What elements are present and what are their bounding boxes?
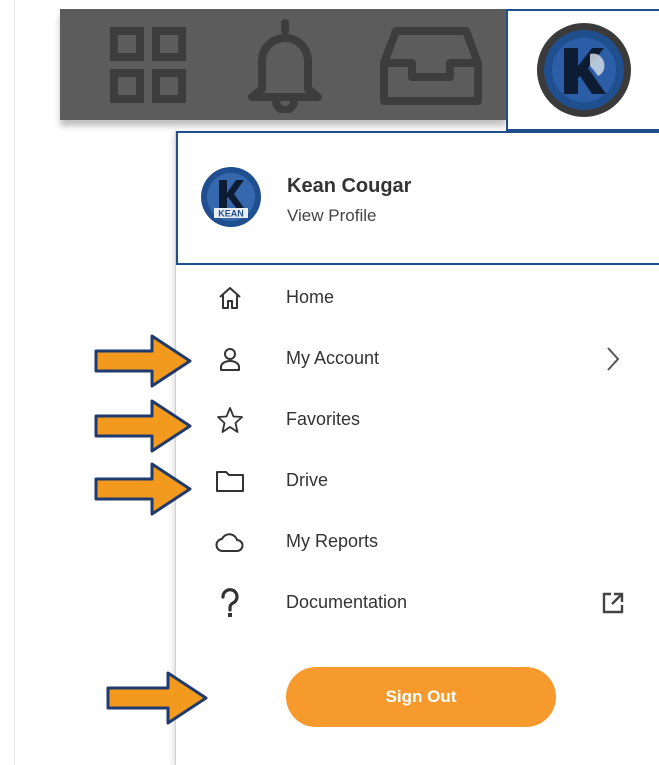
chevron-right-icon: [597, 343, 629, 375]
person-icon: [213, 343, 247, 375]
svg-text:KEAN: KEAN: [218, 209, 244, 219]
menu-item-my-account[interactable]: My Account: [176, 331, 659, 387]
profile-name: Kean Cougar: [287, 175, 412, 197]
menu-item-label: My Reports: [286, 531, 379, 551]
menu-item-home[interactable]: Home: [176, 270, 659, 326]
inbox-icon[interactable]: [378, 9, 484, 120]
menu-item-label: Drive: [286, 470, 329, 490]
star-icon: [213, 404, 247, 436]
profile-avatar-button[interactable]: [506, 9, 659, 131]
menu-item-documentation[interactable]: Documentation: [176, 575, 659, 631]
folder-icon: [213, 465, 247, 497]
question-icon: [213, 587, 247, 619]
menu-item-label: Favorites: [286, 409, 361, 429]
menu-item-label: Home: [286, 287, 335, 307]
cloud-icon: [213, 526, 247, 558]
page-edge-line: [14, 0, 15, 765]
menu-item-label: Documentation: [286, 592, 408, 612]
menu-item-label: My Account: [286, 348, 380, 368]
apps-grid-icon[interactable]: [106, 9, 190, 120]
menu-item-drive[interactable]: Drive: [176, 453, 659, 509]
top-navigation-bar: [60, 9, 506, 120]
view-profile-link[interactable]: View Profile: [287, 206, 376, 226]
annotation-arrow-sign-out: [106, 671, 208, 725]
avatar: KEAN: [200, 166, 262, 233]
annotation-arrow-drive: [94, 462, 192, 516]
sign-out-button[interactable]: Sign Out: [286, 667, 556, 727]
external-link-icon: [597, 587, 629, 619]
profile-header[interactable]: KEAN Kean Cougar View Profile: [176, 131, 659, 265]
annotation-arrow-favorites: [94, 399, 192, 453]
bell-icon[interactable]: [240, 9, 330, 120]
menu-item-favorites[interactable]: Favorites: [176, 392, 659, 448]
avatar-icon: [536, 23, 631, 117]
annotation-arrow-my-account: [94, 334, 192, 388]
menu-item-my-reports[interactable]: My Reports: [176, 514, 659, 570]
home-icon: [213, 282, 247, 314]
